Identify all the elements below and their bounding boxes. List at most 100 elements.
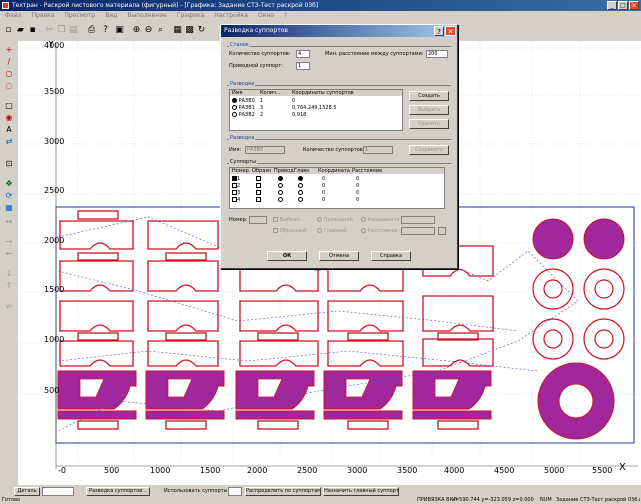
table-row[interactable]: 2 0 0 — [230, 183, 444, 189]
radio-icon[interactable] — [278, 197, 283, 202]
arrow-right-icon[interactable]: → — [3, 237, 15, 247]
radio-icon[interactable] — [298, 197, 303, 202]
list-item[interactable]: РАЗВ0 1 0 — [230, 98, 402, 104]
pan-view-icon[interactable]: ▩ — [184, 25, 195, 36]
detail-select[interactable] — [42, 487, 74, 496]
distribute-button[interactable]: Распределить по суппортам — [245, 487, 321, 496]
menu-settings[interactable]: Настройка — [209, 11, 253, 21]
transform-tool-icon[interactable]: ⇄ — [3, 137, 15, 147]
new-file-icon[interactable]: ▫ — [3, 25, 14, 36]
razvodka-count-input[interactable]: 1 — [363, 146, 393, 154]
checkbox-icon[interactable] — [273, 217, 278, 222]
radio-icon[interactable] — [278, 190, 283, 195]
image-icon[interactable]: ▣ — [114, 25, 125, 36]
save-button[interactable]: Сохранить — [409, 145, 449, 155]
coord-input[interactable] — [401, 216, 435, 224]
checkbox-icon[interactable] — [256, 183, 261, 188]
radio-icon[interactable] — [278, 183, 283, 188]
measure-tool-icon[interactable]: ⊡ — [3, 159, 15, 169]
line-tool-icon[interactable]: / — [3, 57, 15, 67]
menu-view[interactable]: Просмотр — [59, 11, 100, 21]
menu-window[interactable]: Окно — [253, 11, 279, 21]
dialog-help-icon[interactable]: ? — [434, 26, 444, 36]
checkbox-icon[interactable] — [256, 190, 261, 195]
move-tool-icon[interactable]: ↔ — [3, 217, 15, 227]
help-button[interactable]: Справка — [371, 251, 411, 261]
table-row[interactable]: 3 0 0 — [230, 190, 444, 196]
help-cursor-icon[interactable]: ? — [100, 25, 111, 36]
checkbox-icon[interactable] — [273, 228, 278, 233]
choose-button[interactable]: Выбрать — [409, 105, 449, 115]
menu-vid[interactable]: Вид — [100, 11, 122, 21]
radio-icon[interactable] — [298, 176, 303, 181]
contour-tool-icon[interactable]: ◉ — [3, 113, 15, 123]
table-row[interactable]: 1 0 0 — [230, 176, 444, 182]
minimize-button[interactable]: _ — [607, 1, 617, 10]
menu-run[interactable]: Выполнение — [122, 11, 171, 21]
coord-radio[interactable]: Координата — [361, 217, 399, 223]
nomer-input[interactable] — [249, 216, 267, 224]
dist-input[interactable] — [401, 227, 435, 235]
nest-tool-icon[interactable]: ✥ — [3, 179, 15, 189]
drive-radio[interactable]: Приводной — [317, 217, 353, 223]
paste-icon[interactable]: ▤ — [68, 25, 79, 36]
maximize-button[interactable]: □ — [618, 1, 628, 10]
arrow-down-icon[interactable]: ↓ — [3, 269, 15, 279]
print-icon[interactable]: ⎙ — [86, 25, 97, 36]
open-file-icon[interactable]: ▰ — [15, 25, 26, 36]
menu-edit[interactable]: Правка — [27, 11, 60, 21]
radio-icon[interactable] — [317, 217, 322, 222]
menu-graphics[interactable]: Графика — [172, 11, 209, 21]
cut-icon[interactable]: ✂ — [44, 25, 55, 36]
window-titlebar[interactable]: Техтран - Раскрой листового материала (ф… — [0, 0, 641, 11]
radio-icon[interactable] — [298, 190, 303, 195]
cancel-button[interactable]: Отмена — [319, 251, 359, 261]
close-window-button[interactable]: × — [629, 1, 639, 10]
razvodka-button[interactable]: Разводка суппортов... — [86, 487, 150, 496]
radio-icon[interactable] — [361, 217, 366, 222]
create-button[interactable]: Создать — [409, 91, 449, 101]
assign-main-button[interactable]: Назначить главный суппорт — [323, 487, 399, 496]
rotate-tool-icon[interactable]: ⟳ — [3, 191, 15, 201]
support-count-input[interactable]: 4 — [296, 50, 310, 58]
checkbox-icon[interactable] — [256, 176, 261, 181]
arrow-left-icon[interactable]: ← — [3, 249, 15, 259]
circle-tool-icon[interactable]: ○ — [3, 69, 15, 79]
radio-icon[interactable] — [298, 183, 303, 188]
zoom-in-icon[interactable]: ⊕ — [131, 25, 142, 36]
arrow-up-icon[interactable]: ↑ — [3, 281, 15, 291]
radio-icon[interactable] — [278, 176, 283, 181]
checkbox-icon[interactable] — [256, 197, 261, 202]
delete-button[interactable]: Удалить — [409, 119, 449, 129]
copy-icon[interactable]: ❐ — [56, 25, 67, 36]
drive-support-input[interactable]: 1 — [296, 62, 310, 70]
rect-tool-icon[interactable]: □ — [3, 101, 15, 111]
ok-button[interactable]: ОК — [267, 251, 307, 261]
min-distance-input[interactable]: 200 — [426, 50, 448, 58]
list-item[interactable]: РАЗВ1 3 0,764.249,1528.5 — [230, 105, 402, 111]
dialog-close-icon[interactable]: ✕ — [445, 26, 456, 36]
menu-file[interactable]: Файл — [0, 11, 27, 21]
grid-tool-icon[interactable]: ▦ — [3, 203, 15, 213]
razvodki-list[interactable]: Имя Колич... Координаты суппортов РАЗВ0 … — [229, 89, 403, 131]
zoom-window-icon[interactable]: ⌕ — [155, 25, 166, 36]
dialog-titlebar[interactable]: Разводка суппортов ? ✕ — [221, 25, 457, 37]
razvodka-name-input[interactable]: РАЗВ0 — [245, 146, 285, 154]
supports-table[interactable]: Номер Образн Привод Главн Координата Рас… — [229, 167, 445, 209]
undo-tool-icon[interactable]: ↶ — [3, 303, 15, 313]
radio-icon[interactable] — [361, 228, 366, 233]
chosen-checkbox[interactable]: Выбран — [273, 217, 300, 223]
detail-button[interactable]: Деталь — [14, 487, 40, 496]
zoom-out-icon[interactable]: ⊖ — [143, 25, 154, 36]
point-tool-icon[interactable]: + — [3, 45, 15, 55]
sample-checkbox[interactable]: Образный — [273, 228, 306, 234]
dist-extra-input[interactable] — [438, 227, 446, 235]
save-file-icon[interactable]: ▪ — [27, 25, 38, 36]
fit-view-icon[interactable]: ▦ — [172, 25, 183, 36]
use-supports-input[interactable] — [228, 487, 242, 496]
arc-tool-icon[interactable]: ◌ — [3, 81, 15, 91]
dist-radio[interactable]: Расстояние — [361, 228, 398, 234]
text-tool-icon[interactable]: A — [3, 125, 15, 135]
refresh-icon[interactable]: ↻ — [196, 25, 207, 36]
table-row[interactable]: 4 0 0 — [230, 197, 444, 203]
